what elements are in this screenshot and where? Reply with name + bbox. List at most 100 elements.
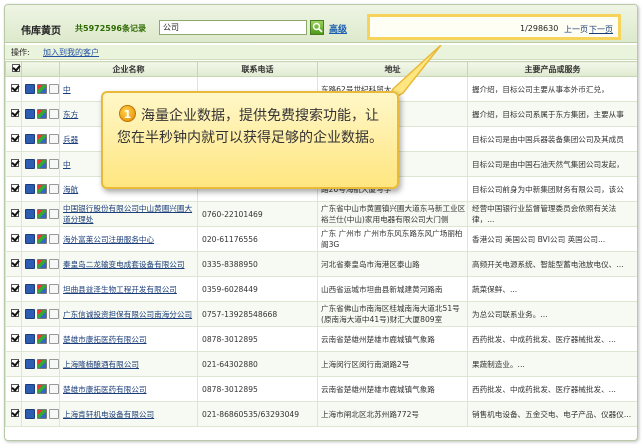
contact-card-icon[interactable] <box>49 384 59 394</box>
row-checkbox-cell[interactable] <box>5 301 22 327</box>
contact-card-icon[interactable] <box>49 259 59 269</box>
row-checkbox[interactable] <box>11 258 19 267</box>
row-checkbox-cell[interactable] <box>5 276 22 302</box>
company-name-link[interactable]: 上海隆楠酿酒有限公司 <box>59 351 198 377</box>
map-icon[interactable] <box>37 259 47 269</box>
table-row[interactable]: 楚雄市康拓医药有限公司 0878-3012895 云南省楚雄州楚雄市鹿城镇气象路 西药… <box>5 376 637 402</box>
contact-card-icon[interactable] <box>49 309 59 319</box>
map-icon[interactable] <box>37 409 47 419</box>
row-checkbox[interactable] <box>11 108 19 117</box>
map-icon[interactable] <box>37 284 47 294</box>
add-to-customers-link[interactable]: 加入到我的客户 <box>43 47 99 58</box>
company-info-icon[interactable] <box>25 209 35 219</box>
row-checkbox-cell[interactable] <box>5 351 22 377</box>
map-icon[interactable] <box>37 234 47 244</box>
row-checkbox-cell[interactable] <box>5 126 22 152</box>
select-all-checkbox[interactable] <box>12 64 20 72</box>
table-row[interactable]: 中国银行股份有限公司中山黄圃兴圃大道分理处 0760-22101469 广东省中山市… <box>5 201 637 227</box>
map-icon[interactable] <box>37 159 47 169</box>
contact-card-icon[interactable] <box>49 134 59 144</box>
contact-card-icon[interactable] <box>49 359 59 369</box>
row-checkbox[interactable] <box>11 208 19 217</box>
search-button[interactable] <box>310 20 324 35</box>
table-row[interactable]: 广东信诚投资担保有限公司南海分公司 0757-13928548668 广东省佛山市南… <box>5 301 637 327</box>
row-checkbox-cell[interactable] <box>5 376 22 402</box>
map-icon[interactable] <box>37 334 47 344</box>
contact-card-icon[interactable] <box>49 284 59 294</box>
company-info-icon[interactable] <box>25 184 35 194</box>
select-all-header[interactable] <box>5 61 22 77</box>
map-icon[interactable] <box>37 309 47 319</box>
company-info-icon[interactable] <box>25 384 35 394</box>
row-checkbox-cell[interactable] <box>5 201 22 227</box>
company-name-link[interactable]: 秦皇岛二龙输变电成套设备有限公司 <box>59 251 198 277</box>
company-name-link[interactable]: 楚雄市康拓医药有限公司 <box>59 376 198 402</box>
map-icon[interactable] <box>37 209 47 219</box>
map-icon[interactable] <box>37 109 47 119</box>
company-name-link[interactable]: 广东信诚投资担保有限公司南海分公司 <box>59 301 198 327</box>
table-row[interactable]: 楚雄市康拓医药有限公司 0878-3012895 云南省楚雄州楚雄市鹿城镇气象路 西药… <box>5 326 637 352</box>
contact-card-icon[interactable] <box>49 109 59 119</box>
company-info-icon[interactable] <box>25 359 35 369</box>
contact-card-icon[interactable] <box>49 159 59 169</box>
row-checkbox[interactable] <box>11 308 19 317</box>
row-checkbox[interactable] <box>11 83 19 92</box>
company-name-link[interactable]: 坦曲县益泽生物工程开发有限公司 <box>59 276 198 302</box>
contact-card-icon[interactable] <box>49 84 59 94</box>
row-checkbox[interactable] <box>11 283 19 292</box>
company-info-icon[interactable] <box>25 134 35 144</box>
row-checkbox-cell[interactable] <box>5 251 22 277</box>
row-checkbox-cell[interactable] <box>5 326 22 352</box>
row-checkbox[interactable] <box>11 158 19 167</box>
company-info-icon[interactable] <box>25 259 35 269</box>
row-checkbox[interactable] <box>11 358 19 367</box>
table-row[interactable]: 海外富莱公司注册服务中心 020-61176556 广东 广州市 广州市东风东路东风… <box>5 226 637 252</box>
search-input[interactable]: 公司 <box>159 20 307 35</box>
table-row[interactable]: 秦皇岛二龙输变电成套设备有限公司 0335-8388950 河北省秦皇岛市海港区泰山… <box>5 251 637 277</box>
row-checkbox-cell[interactable] <box>5 101 22 127</box>
map-icon[interactable] <box>37 384 47 394</box>
contact-card-icon[interactable] <box>49 334 59 344</box>
row-checkbox[interactable] <box>11 183 19 192</box>
company-info-icon[interactable] <box>25 409 35 419</box>
table-row[interactable]: 上海隆楠酿酒有限公司 021-64302880 上海闵行区闵行南湖路2号 果蔬制造业。… <box>5 351 637 377</box>
advanced-search-link[interactable]: 高级 <box>329 22 347 35</box>
map-icon[interactable] <box>37 84 47 94</box>
map-icon[interactable] <box>37 359 47 369</box>
table-row[interactable]: 坦曲县益泽生物工程开发有限公司 0359-6028449 山西省运城市坦曲县新城建黄… <box>5 276 637 302</box>
next-page-link[interactable]: 下一页 <box>589 24 613 35</box>
row-checkbox-cell[interactable] <box>5 401 22 427</box>
prev-page-link[interactable]: 上一页 <box>564 24 588 35</box>
company-name-link[interactable]: 楚雄市康拓医药有限公司 <box>59 326 198 352</box>
company-info-icon[interactable] <box>25 159 35 169</box>
table-row[interactable]: 上海肯轩机电设备有限公司 021-86860535/63293049 上海市闸北区北… <box>5 401 637 427</box>
row-checkbox-cell[interactable] <box>5 76 22 102</box>
contact-card-icon[interactable] <box>49 234 59 244</box>
company-info-icon[interactable] <box>25 334 35 344</box>
company-info-icon[interactable] <box>25 109 35 119</box>
row-checkbox-cell[interactable] <box>5 176 22 202</box>
company-phone: 020-61176556 <box>197 226 318 252</box>
row-checkbox[interactable] <box>11 233 19 242</box>
contact-card-icon[interactable] <box>49 209 59 219</box>
company-address: 广东省中山市黄圃镇兴圃大道东马新工业区裕兰仕(中山)家用电器有限公司大门侧 <box>317 201 468 227</box>
company-name-link[interactable]: 海外富莱公司注册服务中心 <box>59 226 198 252</box>
company-info-icon[interactable] <box>25 234 35 244</box>
app-title: 伟库黄页 <box>21 26 61 37</box>
map-icon[interactable] <box>37 134 47 144</box>
row-checkbox[interactable] <box>11 133 19 142</box>
company-info-icon[interactable] <box>25 84 35 94</box>
map-icon[interactable] <box>37 184 47 194</box>
row-checkbox-cell[interactable] <box>5 151 22 177</box>
contact-card-icon[interactable] <box>49 184 59 194</box>
row-checkbox-cell[interactable] <box>5 226 22 252</box>
row-checkbox[interactable] <box>11 408 19 417</box>
company-info-icon[interactable] <box>25 284 35 294</box>
company-name-link[interactable]: 中国银行股份有限公司中山黄圃兴圃大道分理处 <box>59 201 198 227</box>
contact-card-icon[interactable] <box>49 409 59 419</box>
company-name-link[interactable]: 上海肯轩机电设备有限公司 <box>59 401 198 427</box>
company-info-icon[interactable] <box>25 309 35 319</box>
row-checkbox[interactable] <box>11 333 19 342</box>
company-products: 经营中国银行业监督管理委员会依照有关法律，... <box>467 201 637 227</box>
row-checkbox[interactable] <box>11 383 19 392</box>
